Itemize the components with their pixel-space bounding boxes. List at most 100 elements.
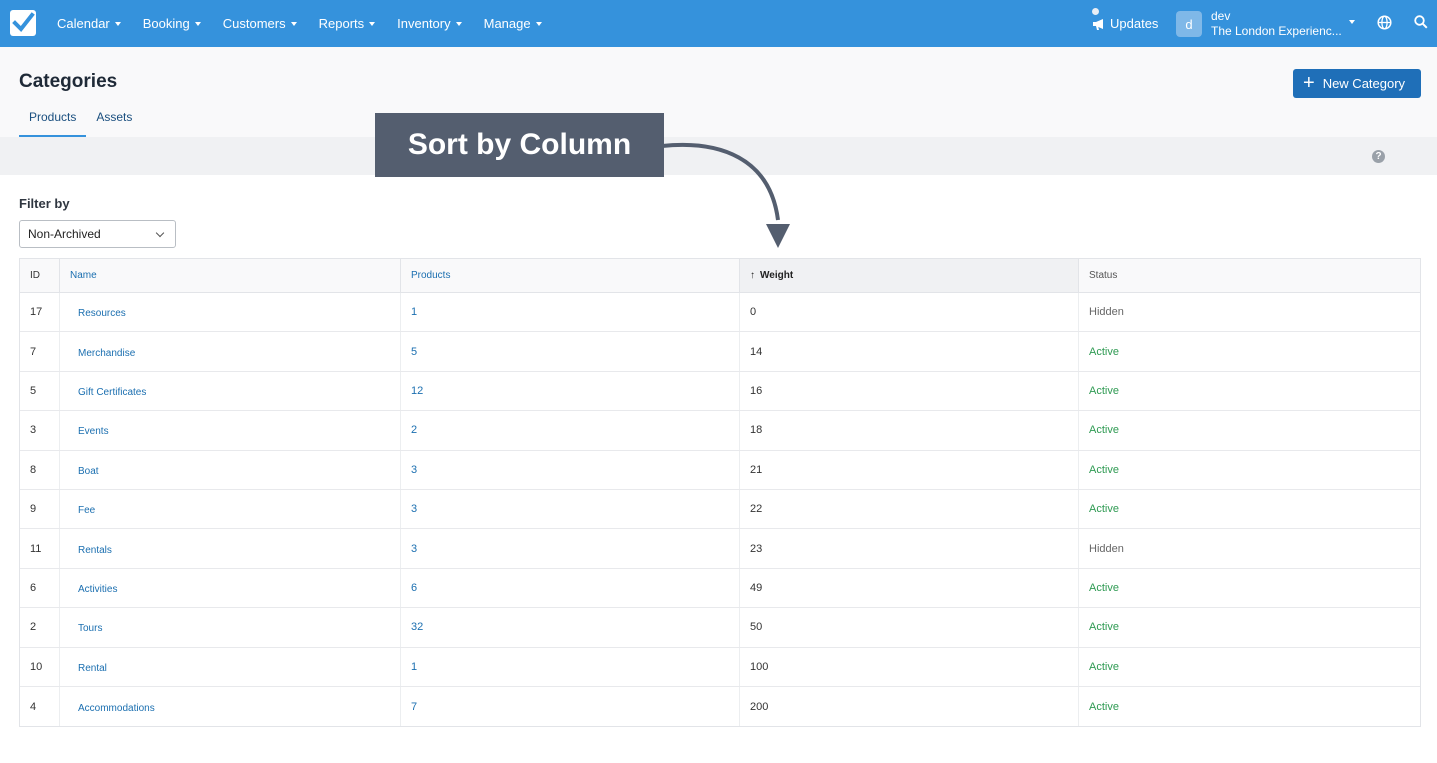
tab-products[interactable]: Products [19, 105, 87, 137]
nav-calendar-label: Calendar [57, 16, 110, 31]
chevron-down-icon [455, 21, 462, 26]
table-row: 9 Fee 3 22 Active [20, 489, 1420, 530]
cell-weight: 23 [740, 529, 1079, 568]
nav-customers[interactable]: Customers [223, 16, 297, 31]
status-badge: Active [1089, 384, 1119, 397]
table-row: 5 Gift Certificates 12 16 Active [20, 371, 1420, 412]
cell-id: 2 [20, 608, 60, 647]
annotation-arrow-icon [661, 142, 790, 248]
filter-label: Filter by [19, 196, 70, 211]
status-badge: Active [1089, 463, 1119, 476]
page-title: Categories [19, 71, 118, 92]
plus-icon: + [1303, 71, 1315, 94]
table-row: 7 Merchandise 5 14 Active [20, 332, 1420, 372]
cell-id: 8 [20, 450, 60, 489]
app-window: Calendar Booking Customers Reports Inven… [0, 0, 1437, 763]
category-name-link[interactable]: Gift Certificates [60, 371, 401, 411]
table-row: 2 Tours 32 50 Active [20, 608, 1420, 648]
chevron-down-icon [290, 21, 297, 26]
nav-reports[interactable]: Reports [319, 16, 376, 31]
status-badge: Active [1089, 581, 1119, 594]
status-badge: Active [1089, 424, 1119, 437]
cell-weight: 22 [740, 489, 1079, 529]
cell-id: 7 [20, 332, 60, 371]
cell-id: 10 [20, 647, 60, 686]
nav-reports-label: Reports [318, 16, 365, 31]
category-name-link[interactable]: Merchandise [60, 332, 401, 371]
user-menu[interactable]: d dev The London Experienc... [1176, 9, 1355, 39]
user-org: The London Experienc... [1211, 24, 1342, 38]
nav-inventory[interactable]: Inventory [397, 16, 462, 31]
category-name-link[interactable]: Fee [60, 489, 401, 529]
status-badge: Active [1089, 345, 1119, 358]
table-row: 4 Accommodations 7 200 Active [20, 686, 1420, 727]
cell-weight: 16 [740, 371, 1079, 411]
column-header-weight-label: Weight [760, 270, 794, 281]
cell-id: 6 [20, 568, 60, 608]
cell-weight: 0 [740, 293, 1079, 332]
nav-inventory-label: Inventory [397, 16, 451, 31]
product-count-link[interactable]: 6 [401, 568, 740, 608]
table-header: ID Name Products ↑ Weight Status [20, 259, 1420, 293]
globe-icon[interactable] [1377, 15, 1392, 30]
table-body: 17 Resources 1 0 Hidden 7 Merchandise 5 14 Active… [20, 293, 1420, 727]
category-name-link[interactable]: Rentals [60, 529, 401, 568]
product-count-link[interactable]: 3 [401, 529, 740, 568]
cell-id: 4 [20, 686, 60, 727]
search-icon[interactable] [1414, 15, 1428, 29]
category-name-link[interactable]: Accommodations [60, 686, 401, 727]
column-header-id[interactable]: ID [20, 259, 60, 292]
nav-manage[interactable]: Manage [484, 16, 542, 31]
product-count-link[interactable]: 3 [401, 450, 740, 489]
updates-label: Updates [1110, 16, 1159, 31]
updates-button[interactable]: Updates [1092, 0, 1158, 47]
column-header-weight[interactable]: ↑ Weight [740, 259, 1079, 292]
chevron-down-icon [155, 228, 165, 238]
chevron-down-icon [194, 21, 201, 26]
product-count-link[interactable]: 3 [401, 489, 740, 529]
cell-weight: 21 [740, 450, 1079, 489]
category-name-link[interactable]: Activities [60, 568, 401, 608]
nav-manage-label: Manage [483, 16, 531, 31]
column-header-status[interactable]: Status [1079, 259, 1420, 292]
cell-id: 3 [20, 411, 60, 450]
product-count-link[interactable]: 32 [401, 608, 740, 647]
nav-calendar[interactable]: Calendar [57, 16, 121, 31]
status-badge: Hidden [1089, 542, 1124, 555]
new-category-label: New Category [1322, 76, 1406, 91]
categories-table: ID Name Products ↑ Weight Status 17 Resou… [19, 258, 1421, 728]
cell-weight: 100 [740, 647, 1079, 686]
user-info: dev The London Experienc... [1211, 9, 1343, 39]
chevron-down-icon [1349, 20, 1355, 24]
category-name-link[interactable]: Boat [60, 450, 401, 489]
category-tabs: Products Assets [19, 105, 142, 137]
table-row: 10 Rental 1 100 Active [20, 647, 1420, 687]
product-count-link[interactable]: 1 [401, 293, 740, 332]
product-count-link[interactable]: 5 [401, 332, 740, 371]
column-header-name[interactable]: Name [60, 259, 401, 292]
category-name-link[interactable]: Rental [60, 647, 401, 686]
nav-booking[interactable]: Booking [143, 16, 201, 31]
status-badge: Active [1089, 660, 1119, 673]
new-category-button[interactable]: + New Category [1293, 69, 1421, 98]
column-header-products[interactable]: Products [401, 259, 740, 292]
category-name-link[interactable]: Tours [60, 608, 401, 647]
archive-filter-select[interactable]: Non-Archived [19, 220, 176, 248]
product-count-link[interactable]: 12 [401, 371, 740, 411]
status-badge: Active [1089, 503, 1119, 516]
sort-ascending-icon: ↑ [750, 270, 755, 281]
product-count-link[interactable]: 1 [401, 647, 740, 686]
help-icon[interactable]: ? [1372, 150, 1385, 163]
app-logo-icon[interactable] [10, 10, 36, 36]
cell-weight: 18 [740, 411, 1079, 450]
status-badge: Active [1089, 700, 1119, 713]
main-menu: Calendar Booking Customers Reports Inven… [57, 0, 564, 47]
cell-id: 5 [20, 371, 60, 411]
table-row: 6 Activities 6 49 Active [20, 568, 1420, 609]
category-name-link[interactable]: Resources [60, 293, 401, 332]
product-count-link[interactable]: 2 [401, 411, 740, 450]
tab-assets[interactable]: Assets [86, 105, 142, 137]
category-name-link[interactable]: Events [60, 411, 401, 450]
product-count-link[interactable]: 7 [401, 686, 740, 727]
cell-id: 11 [20, 529, 60, 568]
